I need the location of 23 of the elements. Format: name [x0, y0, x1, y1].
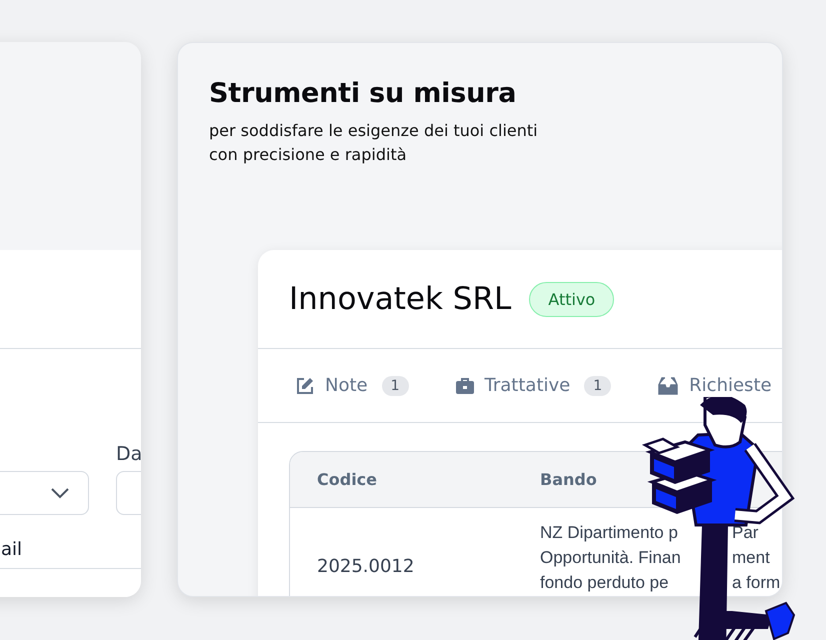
- table-cell-text: fondo perduto pe: [540, 573, 669, 592]
- feature-title: Strumenti su misura: [209, 78, 518, 109]
- feature-subtitle: per soddisfare le esigenze dei tuoi clienti con precisione e rapidità: [209, 120, 539, 166]
- column-header: Codice: [316, 470, 378, 489]
- tab[interactable]: Trattative 1: [454, 375, 612, 396]
- status-badge: Attivo: [529, 282, 614, 316]
- table-cell-text: Opportunità. Finan: [540, 548, 681, 567]
- count-badge: 1: [584, 376, 612, 396]
- column-header: Bando: [540, 470, 597, 489]
- table-cell-text: NZ Dipartimento p: [540, 523, 678, 542]
- briefcase-icon: [454, 376, 475, 394]
- inbox-icon: [657, 376, 680, 396]
- table-cell-text: 2025.0012: [316, 556, 416, 576]
- tab[interactable]: Note 1: [295, 375, 409, 396]
- count-badge: 1: [382, 376, 409, 396]
- edit-icon: [295, 376, 315, 396]
- table-cell-text: a form: [732, 572, 780, 594]
- table-cell-text: ment: [732, 547, 770, 569]
- company-name: Innovatek SRL: [289, 281, 512, 317]
- field-label: ail: [1, 539, 24, 560]
- table-cell-text: Par: [732, 522, 758, 544]
- tab[interactable]: Richieste: [657, 375, 772, 396]
- field-label: Da: [116, 443, 141, 465]
